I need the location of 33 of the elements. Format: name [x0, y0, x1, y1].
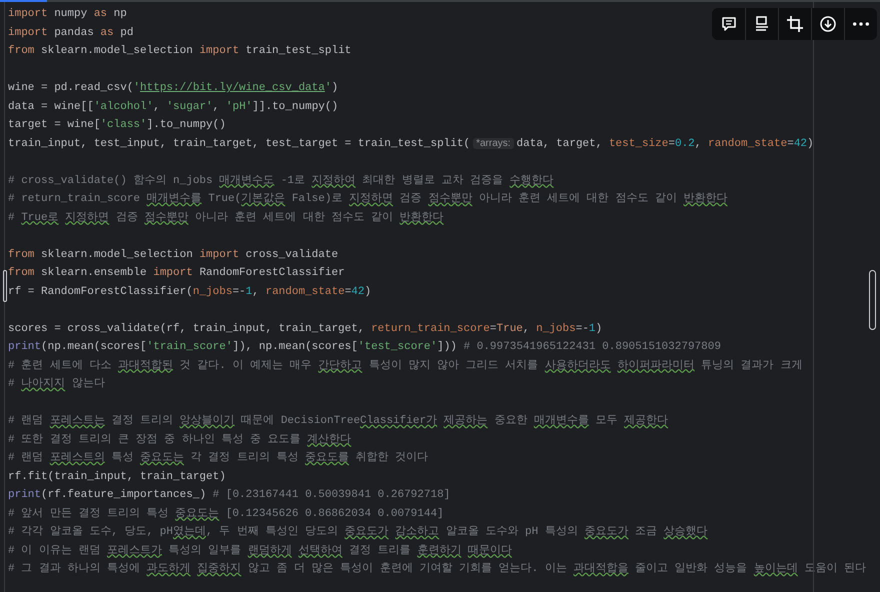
code-line: # 앞서 만든 결정 트리의 특성 중요도는 [0.12345626 0.86862034 0.0079144] — [8, 506, 444, 522]
code-line: # True로 지정하면 검증 점수뿐만 아니라 훈련 세트에 대한 점수도 같이 반환한다 — [8, 210, 444, 226]
scrollbar-thumb[interactable] — [869, 270, 876, 330]
comment-icon — [720, 15, 738, 33]
more-icon — [853, 22, 869, 26]
code-line: print(np.mean(scores['train_score']), np.mean(scores['test_score'])) # 0.9973541965122431 0.8905151032797809 — [8, 340, 721, 355]
download-icon — [819, 15, 837, 33]
code-line: # 훈련 세트에 다소 과대적합된 것 같다. 이 예제는 매우 간단하고 특성이 많지 않아 그리드 서치를 사용하더라도 하이퍼파라미터 튜닝의 결과가 크게 — [8, 358, 802, 374]
layout-icon — [753, 15, 771, 33]
code-line: # cross_validate() 함수의 n_jobs 매개변수도 -1로 지정하여 최대한 병렬로 교차 검증을 수행한다 — [8, 174, 554, 188]
code-line: # 랜덤 포레스트의 특성 중요도는 각 결정 트리의 특성 중요도를 취합한 것이다 — [8, 450, 428, 466]
code-line: rf = RandomForestClassifier(n_jobs=-1, random_state=42) — [8, 284, 372, 300]
code-line: wine = pd.read_csv('https://bit.ly/wine_csv_data') — [8, 81, 338, 96]
code-line: # 각각 알코올 도수, 당도, pH였는데, 두 번째 특성인 당도의 중요도가 감소하고 알코올 도수와 pH 특성의 중요도가 조금 상승했다 — [8, 524, 708, 540]
code-line: # 또한 결정 트리의 큰 장점 중 하나인 특성 중 요도를 계산한다 — [8, 432, 352, 448]
crop-icon — [786, 15, 804, 33]
code-line: train_input, test_input, train_target, test_target = train_test_split( *arrays: data, target, test_size=0.2, random_state=42) — [8, 136, 814, 152]
code-line: # return_train_score 매개변수를 True(기본값은 False)로 지정하면 검증 점수뿐만 아니라 훈련 세트에 대한 점수도 같이 반환한다 — [8, 192, 728, 207]
code-line: scores = cross_validate(rf, train_input, train_target, return_train_score=True, n_jobs=-1) — [8, 322, 602, 336]
code-line: from sklearn.ensemble import RandomForestClassifier — [8, 266, 345, 281]
code-line: target = wine['class'].to_numpy() — [8, 118, 226, 133]
code-line: import pandas as pd — [8, 26, 134, 40]
code-line: data = wine[['alcohol', 'sugar', 'pH']].to_numpy() — [8, 100, 338, 114]
code-line: from sklearn.model_selection import train_test_split — [8, 44, 352, 59]
code-line: import numpy as np — [8, 7, 127, 22]
code-line: # 그 결과 하나의 특성에 과도하게 집중하지 않고 좀 더 많은 특성이 훈련에 기여할 기회를 얻는다. 이는 과대적합을 줄이고 일반화 성능을 높이는데 도움이 된다 — [8, 562, 866, 577]
code-line: rf.fit(train_input, train_target) — [8, 470, 226, 484]
code-line: from sklearn.model_selection import cross_validate — [8, 248, 338, 262]
text-cursor — [3, 270, 7, 302]
code-line: # 랜덤 포레스트는 결정 트리의 앙상블이기 때문에 DecisionTreeClassifier가 제공하는 중요한 매개변수를 모두 제공한다 — [8, 414, 668, 429]
code-line: # 나아지지 않는다 — [8, 376, 105, 392]
code-line: print(rf.feature_importances_) # [0.23167441 0.50039841 0.26792718] — [8, 488, 450, 503]
code-line: # 이 이유는 랜덤 포레스트가 특성의 일부를 랜덤하게 선택하여 결정 트리를 훈련하기 때문이다 — [8, 544, 512, 558]
